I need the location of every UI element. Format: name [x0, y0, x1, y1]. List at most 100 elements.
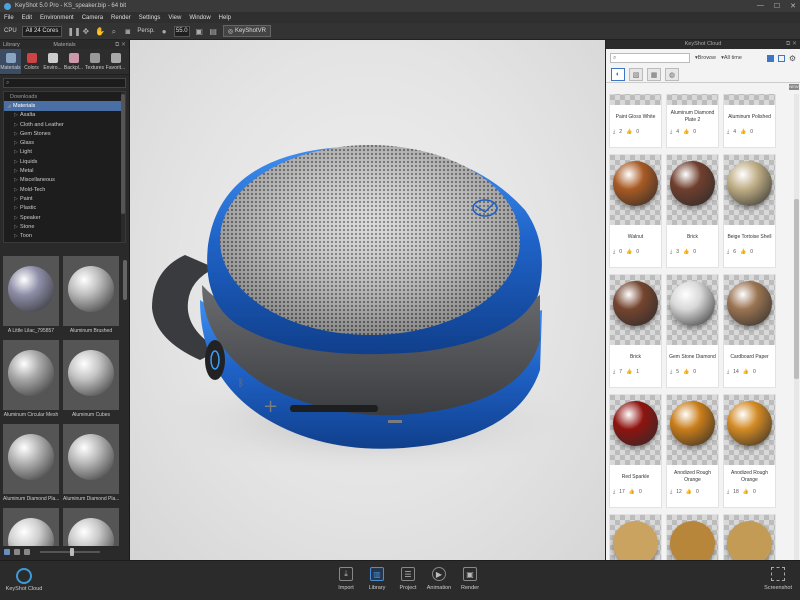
grid-icon[interactable]	[14, 549, 20, 555]
material-card[interactable]: Walnut ⤓ 0 👍 0	[609, 154, 662, 268]
tree-item[interactable]: ▷ Axalta	[4, 111, 125, 120]
animation-button[interactable]: ▶ Animation	[427, 567, 451, 591]
minimize-button[interactable]: —	[757, 2, 764, 10]
library-search[interactable]: ⌕	[3, 78, 126, 88]
menu-window[interactable]: Window	[189, 15, 210, 21]
tree-item[interactable]: ▷ Plastic	[4, 204, 125, 213]
cloud-scroll-thumb[interactable]	[794, 199, 799, 379]
panel-close-icon[interactable]: ⧉ ✕	[786, 40, 797, 48]
material-card[interactable]: Anodized Rough Orange ⤓ 12 👍 0	[666, 394, 719, 508]
focal-length-input[interactable]: 55.0	[173, 25, 190, 37]
material-card[interactable]	[609, 514, 662, 560]
material-thumbnail[interactable]: Aluminum Diamond Pla...	[63, 424, 119, 505]
material-card[interactable]: Brick ⤓ 3 👍 0	[666, 154, 719, 268]
tree-root[interactable]: Downloads	[4, 92, 125, 101]
render-viewport[interactable]: ᛒ +	[130, 40, 605, 560]
cloud-scrollbar[interactable]	[794, 94, 799, 560]
tree-item[interactable]: ▷ Miscellaneous	[4, 176, 125, 185]
tab-environments[interactable]: ▧	[629, 68, 643, 81]
menu-file[interactable]: File	[4, 15, 14, 21]
tree-scrollbar[interactable]	[121, 92, 125, 242]
material-thumbnail[interactable]: A Little Lilac_795857	[3, 256, 59, 337]
geometry-view-icon[interactable]: ▣	[195, 27, 204, 36]
tree-item[interactable]: ▷ Cloth and Leather	[4, 120, 125, 129]
menu-edit[interactable]: Edit	[22, 15, 32, 21]
tab-materials[interactable]: Materials	[0, 49, 21, 74]
material-card[interactable]: Anodized Rough Orange ⤓ 18 👍 0	[723, 394, 776, 508]
grid-view-icon[interactable]	[766, 54, 774, 62]
browse-dropdown[interactable]: ▾Browse	[695, 55, 716, 61]
pause-icon[interactable]: ❚❚	[67, 27, 80, 36]
screenshot-button[interactable]: Screenshot	[764, 567, 792, 591]
keyshot-cloud-button[interactable]: KeyShot Cloud	[6, 568, 42, 592]
tab-materials[interactable]: ◐	[611, 68, 625, 81]
material-thumbnail[interactable]: Aluminum Diamond Pla...	[3, 424, 59, 505]
cpu-select[interactable]: All 24 Cores	[21, 25, 63, 37]
material-card[interactable]: Brick ⤓ 7 👍 1	[609, 274, 662, 388]
material-thumbnail[interactable]: Aluminum Cubes	[63, 340, 119, 421]
thumbnails-scrollbar[interactable]	[123, 256, 127, 546]
material-card[interactable]: Beige Tortoise Shell ⤓ 6 👍 0	[723, 154, 776, 268]
import-button[interactable]: ⤓ Import	[337, 567, 355, 591]
tab-colors[interactable]: Colors	[21, 49, 42, 74]
camera-icon[interactable]: ◙	[123, 27, 132, 36]
panel-close-icon[interactable]: ⧉ ✕	[115, 41, 126, 49]
tab-textures[interactable]: Textures	[84, 49, 105, 74]
tree-item[interactable]: ▷ Mold-Tech	[4, 185, 125, 194]
close-button[interactable]: ✕	[790, 2, 796, 10]
pan-icon[interactable]: ✋	[95, 27, 105, 36]
tree-item[interactable]: ▷ Glass	[4, 138, 125, 147]
zoom-icon[interactable]: ⌕	[109, 27, 118, 36]
tree-item[interactable]: ▷ Paint	[4, 194, 125, 203]
material-card[interactable]	[666, 514, 719, 560]
keyshotvr-button[interactable]: ◎ KeyShotVR	[222, 25, 271, 37]
tree-scroll-thumb[interactable]	[121, 94, 125, 214]
tree-item-materials[interactable]: ◢ Materials	[4, 101, 125, 111]
camera-mode[interactable]: Persp.	[137, 28, 154, 34]
tree-item[interactable]: ▷ Liquids	[4, 157, 125, 166]
move-icon[interactable]: ✥	[81, 27, 90, 36]
tree-item[interactable]: ▷ Speaker	[4, 213, 125, 222]
tab-backplates[interactable]: Backpl...	[63, 49, 84, 74]
material-card[interactable]: Aluminum Polished ⤓ 4 👍 0	[723, 94, 776, 148]
tab-environments[interactable]: Enviro...	[42, 49, 63, 74]
project-button[interactable]: ☰ Project	[399, 567, 417, 591]
time-dropdown[interactable]: ▾All time	[721, 55, 742, 61]
tree-item[interactable]: ▷ Toon	[4, 231, 125, 240]
material-card[interactable]: Aluminum Diamond Plate 2 ⤓ 4 👍 0	[666, 94, 719, 148]
gear-icon[interactable]: ⚙	[789, 54, 796, 62]
list-view-icon[interactable]	[777, 54, 785, 62]
region-icon[interactable]: ▤	[209, 27, 218, 36]
menu-settings[interactable]: Settings	[139, 15, 161, 21]
material-thumbnail[interactable]	[63, 508, 119, 546]
menu-render[interactable]: Render	[111, 15, 131, 21]
cloud-search[interactable]: ⌕	[610, 53, 690, 63]
tab-textures[interactable]: ◍	[665, 68, 679, 81]
tree-item[interactable]: ▷ Gem Stones	[4, 129, 125, 138]
tree-item[interactable]: ▷ Light	[4, 148, 125, 157]
slider-handle[interactable]	[70, 548, 74, 556]
tab-backplates[interactable]: ▦	[647, 68, 661, 81]
material-thumbnail[interactable]: Aluminum Circular Mesh	[3, 340, 59, 421]
menu-environment[interactable]: Environment	[40, 15, 74, 21]
menu-help[interactable]: Help	[219, 15, 231, 21]
lens-icon[interactable]: ●	[160, 27, 169, 36]
material-card[interactable]	[723, 514, 776, 560]
menu-camera[interactable]: Camera	[82, 15, 103, 21]
tree-item[interactable]: ▷ Stone	[4, 222, 125, 231]
material-card[interactable]: Gem Stone Diamond ⤓ 5 👍 0	[666, 274, 719, 388]
material-card[interactable]: Paint Gloss White ⤓ 2 👍 0	[609, 94, 662, 148]
maximize-button[interactable]: ☐	[774, 2, 780, 10]
menu-view[interactable]: View	[168, 15, 181, 21]
tab-favorites[interactable]: Favorit...	[105, 49, 126, 74]
material-thumbnail[interactable]: Aluminum Brushed	[63, 256, 119, 337]
material-card[interactable]: Cardboard Paper ⤓ 14 👍 0	[723, 274, 776, 388]
thumbnail-size-slider[interactable]	[40, 548, 100, 556]
material-card[interactable]: Red Sparkle ⤓ 17 👍 0	[609, 394, 662, 508]
list-icon[interactable]	[24, 549, 30, 555]
tree-item[interactable]: ▷ Metal	[4, 166, 125, 175]
folder-icon[interactable]	[4, 549, 10, 555]
library-button[interactable]: ▥ Library	[368, 567, 386, 591]
thumbnails-scroll-thumb[interactable]	[123, 260, 127, 300]
material-thumbnail[interactable]	[3, 508, 59, 546]
